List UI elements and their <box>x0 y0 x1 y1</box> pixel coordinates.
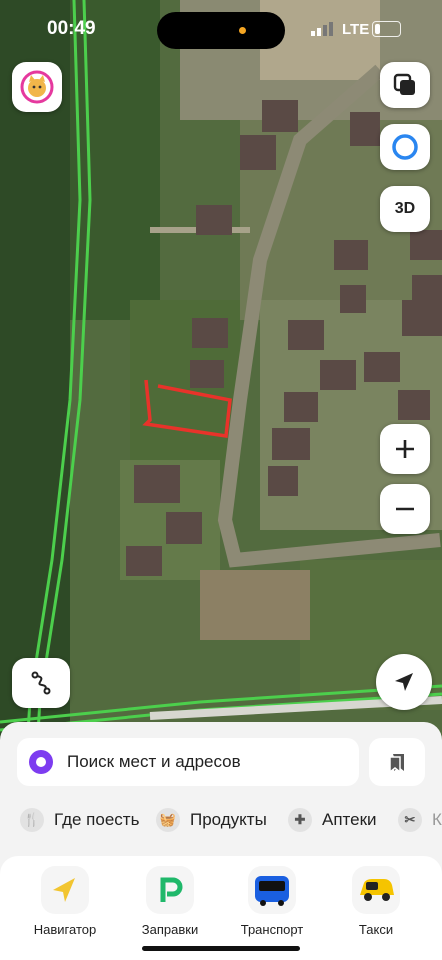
chip-label: Аптеки <box>322 810 377 829</box>
app-label: Транспорт <box>240 922 304 937</box>
alice-icon <box>29 750 53 774</box>
zoom-in-button[interactable] <box>380 424 430 474</box>
app-navigator[interactable]: Навигатор <box>15 866 115 937</box>
alice-ring-icon <box>392 134 418 160</box>
location-arrow-icon <box>395 673 413 691</box>
app-transport[interactable]: Транспорт <box>222 866 322 937</box>
my-location-button[interactable] <box>376 654 432 710</box>
route-squiggle-icon <box>31 671 51 695</box>
home-indicator <box>142 946 300 951</box>
chip-hair-salons[interactable]: ✂ К <box>398 804 442 836</box>
app-label: Заправки <box>141 922 199 937</box>
network-type: LTE <box>342 21 370 38</box>
chip-where-to-eat[interactable]: 🍴 Где поесть <box>20 804 139 836</box>
taxi-car-icon <box>352 866 400 914</box>
search-bar[interactable]: Поиск мест и адресов <box>17 738 359 786</box>
dynamic-island <box>157 12 285 49</box>
layers-icon <box>393 73 415 95</box>
clock-time: 00:49 <box>47 18 96 39</box>
bus-icon <box>248 866 296 914</box>
avatar-icon <box>20 70 54 104</box>
app-label: Навигатор <box>33 922 97 937</box>
battery-icon <box>372 21 401 37</box>
alice-assistant-button[interactable] <box>380 124 430 170</box>
navigator-arrow-icon <box>41 866 89 914</box>
app-taxi[interactable]: Такси <box>326 866 426 937</box>
basket-icon: 🧺 <box>156 808 180 832</box>
3d-toggle-button[interactable]: 3D <box>380 186 430 232</box>
profile-button[interactable] <box>12 62 62 112</box>
minus-icon <box>396 507 414 511</box>
chip-label: Где поесть <box>54 810 140 829</box>
indicator-dot <box>239 27 246 34</box>
bookmarks-button[interactable] <box>369 738 425 786</box>
chip-groceries[interactable]: 🧺 Продукты <box>156 804 267 836</box>
app-label: Такси <box>358 922 394 937</box>
fuel-station-icon <box>146 866 194 914</box>
3d-label: 3D <box>394 200 416 217</box>
scissors-icon: ✂ <box>398 808 422 832</box>
layers-button[interactable] <box>380 62 430 108</box>
app-fuel[interactable]: Заправки <box>120 866 220 937</box>
category-chips: 🍴 Где поесть 🧺 Продукты ✚ Аптеки ✂ К <box>0 800 442 840</box>
bookmark-icon <box>389 754 404 773</box>
chip-label: К <box>432 810 442 829</box>
status-bar: 00:49 LTE <box>0 0 442 60</box>
zoom-out-button[interactable] <box>380 484 430 534</box>
search-placeholder: Поиск мест и адресов <box>67 752 241 771</box>
plus-cross-icon: ✚ <box>288 808 312 832</box>
fork-knife-icon: 🍴 <box>20 808 44 832</box>
chip-label: Продукты <box>190 810 267 829</box>
cellular-signal-icon <box>311 22 333 36</box>
route-button[interactable] <box>12 658 70 708</box>
plus-icon <box>396 440 414 458</box>
chip-pharmacies[interactable]: ✚ Аптеки <box>288 804 377 836</box>
